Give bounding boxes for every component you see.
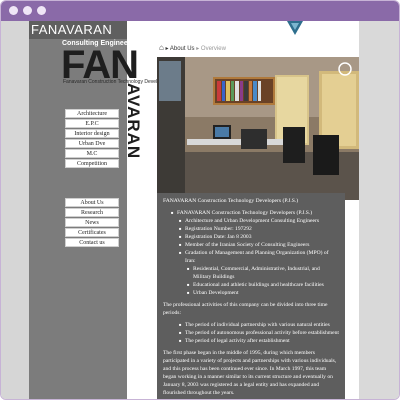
site-logo-top[interactable]: FANAVARAN	[31, 22, 112, 37]
breadcrumb-next[interactable]: Overview	[201, 46, 226, 52]
window-control-dot[interactable]	[9, 6, 18, 15]
company-details: Architecture and Urban Development Consu…	[163, 217, 339, 265]
breadcrumb-arrow-icon: ▸	[196, 46, 200, 52]
about-content: FANAVARAN Construction Technology Develo…	[157, 193, 345, 399]
detail-item: Registration Date: Jan 8 2003	[179, 233, 339, 241]
site-logo-vertical: AVARAN	[124, 83, 143, 160]
window-control-dot[interactable]	[37, 6, 46, 15]
site-logo-small: Fanavaran Construction Technology Develo…	[63, 79, 170, 85]
nav-item-news[interactable]: News	[65, 218, 119, 227]
nav-item-interior-design[interactable]: Interior design	[65, 129, 119, 138]
breadcrumb: ⌂ ▸ About Us ▸ Overview	[159, 43, 226, 52]
grade-item: Residential, Commercial, Administrative,…	[187, 265, 339, 281]
browser-window: FANAVARAN Consulting Engineers FAN Fanav…	[0, 0, 400, 400]
content-heading: FANAVARAN Construction Technology Develo…	[163, 198, 299, 204]
grade-item: Urban Development	[187, 289, 339, 297]
detail-item: Member of the Iranian Society of Consult…	[179, 241, 339, 249]
period-item: The period of autonomous professional ac…	[179, 329, 339, 337]
office-photo	[157, 57, 359, 200]
company-list: FANAVARAN Construction Technology Develo…	[163, 209, 339, 217]
secondary-nav: About Us Research News Certificates Cont…	[65, 198, 119, 248]
nav-item-about-us[interactable]: About Us	[65, 198, 119, 207]
history-paragraph: The first phase began in the middle of 1…	[163, 350, 337, 396]
page-body: FANAVARAN Consulting Engineers FAN Fanav…	[29, 21, 359, 399]
periods-list: The period of individual partnership wit…	[163, 321, 339, 345]
detail-item: Architecture and Urban Development Consu…	[179, 217, 339, 225]
nav-item-certificates[interactable]: Certificates	[65, 228, 119, 237]
detail-item: Gradation of Management and Planning Org…	[179, 249, 339, 265]
page-viewport: FANAVARAN Consulting Engineers FAN Fanav…	[1, 21, 399, 399]
nav-item-epc[interactable]: E.P.C	[65, 119, 119, 128]
nav-item-contact-us[interactable]: Contact us	[65, 238, 119, 247]
breadcrumb-arrow-icon: ▸	[165, 46, 169, 52]
nav-item-competition[interactable]: Competition	[65, 159, 119, 168]
period-item: The period of legal activity after estab…	[179, 337, 339, 345]
breadcrumb-current[interactable]: About Us	[170, 46, 195, 52]
grade-item: Educational and athletic buildings and h…	[187, 281, 339, 289]
home-icon[interactable]: ⌂	[159, 43, 164, 52]
detail-item: Registration Number: 197292	[179, 225, 339, 233]
primary-nav: Architecture E.P.C Interior design Urban…	[65, 109, 119, 169]
periods-intro: The professional activities of this comp…	[163, 302, 328, 316]
company-name: FANAVARAN Construction Technology Develo…	[171, 209, 339, 217]
period-item: The period of individual partnership wit…	[179, 321, 339, 329]
corner-emblem-icon	[287, 21, 303, 35]
nav-item-urban-dve[interactable]: Urban Dve	[65, 139, 119, 148]
window-control-dot[interactable]	[23, 6, 32, 15]
nav-item-research[interactable]: Research	[65, 208, 119, 217]
window-titlebar	[1, 1, 399, 21]
nav-item-architecture[interactable]: Architecture	[65, 109, 119, 118]
nav-item-mc[interactable]: M.C	[65, 149, 119, 158]
grade-list: Residential, Commercial, Administrative,…	[163, 265, 339, 297]
left-margin	[1, 21, 29, 399]
right-margin	[359, 21, 399, 399]
